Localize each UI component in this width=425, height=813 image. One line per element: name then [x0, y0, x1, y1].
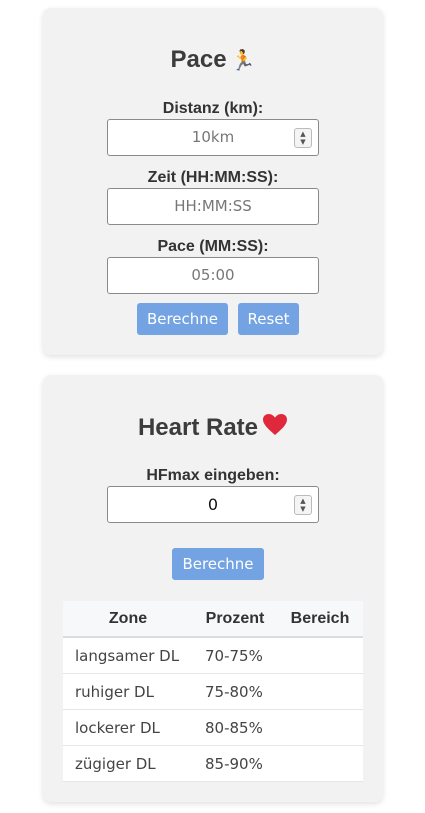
pace-calc-button[interactable]: Berechne — [137, 303, 228, 335]
heart-rate-title: Heart Rate — [43, 413, 383, 444]
distance-spinner[interactable]: ▲ ▼ — [294, 128, 312, 148]
table-row: zügiger DL 85-90% — [63, 745, 363, 782]
table-row: ruhiger DL 75-80% — [63, 673, 363, 710]
spinner-up-icon[interactable]: ▲ — [300, 130, 305, 138]
hr-calc-button[interactable]: Berechne — [172, 548, 264, 580]
pace-placeholder: 05:00 — [191, 266, 235, 284]
zone-table: Zone Prozent Bereich langsamer DL 70-75%… — [63, 601, 363, 782]
range-cell — [277, 673, 363, 710]
zone-table-header: Zone Prozent Bereich — [63, 601, 363, 638]
runner-icon: 🏃 — [230, 50, 256, 73]
table-row: lockerer DL 80-85% — [63, 709, 363, 746]
hfmax-value: 0 — [207, 495, 219, 514]
zone-cell: ruhiger DL — [63, 673, 193, 710]
header-zone: Zone — [63, 601, 193, 638]
pace-title: Pace 🏃 — [43, 46, 383, 74]
percent-cell: 75-80% — [193, 673, 277, 710]
percent-cell: 85-90% — [193, 745, 277, 782]
heart-rate-card: Heart Rate HFmax eingeben: 0 ▲ ▼ Berechn… — [43, 375, 383, 802]
pace-input[interactable]: 05:00 — [107, 257, 319, 294]
time-placeholder: HH:MM:SS — [174, 197, 252, 215]
heart-rate-title-text: Heart Rate — [137, 413, 259, 441]
reset-button[interactable]: Reset — [238, 303, 299, 335]
pace-title-text: Pace — [170, 46, 227, 73]
pace-label: Pace (MM:SS): — [157, 238, 269, 255]
distance-input[interactable]: 10km ▲ ▼ — [107, 119, 319, 156]
pace-card: Pace 🏃 Distanz (km): 10km ▲ ▼ Zeit (HH:MM… — [43, 8, 383, 355]
header-range: Bereich — [277, 601, 363, 638]
spinner-down-icon[interactable]: ▼ — [300, 505, 305, 513]
percent-cell: 70-75% — [193, 637, 277, 674]
distance-placeholder: 10km — [191, 128, 235, 146]
hfmax-spinner[interactable]: ▲ ▼ — [294, 495, 312, 515]
percent-cell: 80-85% — [193, 709, 277, 746]
range-cell — [277, 745, 363, 782]
time-label: Zeit (HH:MM:SS): — [147, 169, 279, 186]
zone-cell: zügiger DL — [63, 745, 193, 782]
zone-cell: lockerer DL — [63, 709, 193, 746]
spinner-down-icon[interactable]: ▼ — [300, 138, 305, 146]
heart-icon — [262, 413, 288, 444]
range-cell — [277, 709, 363, 746]
hfmax-input[interactable]: 0 ▲ ▼ — [107, 486, 319, 523]
zone-cell: langsamer DL — [63, 637, 193, 674]
header-percent: Prozent — [193, 601, 277, 638]
time-input[interactable]: HH:MM:SS — [107, 188, 319, 225]
spinner-up-icon[interactable]: ▲ — [300, 497, 305, 505]
table-row: langsamer DL 70-75% — [63, 637, 363, 674]
distance-label: Distanz (km): — [162, 100, 264, 117]
hfmax-label: HFmax eingeben: — [146, 467, 280, 484]
range-cell — [277, 637, 363, 674]
